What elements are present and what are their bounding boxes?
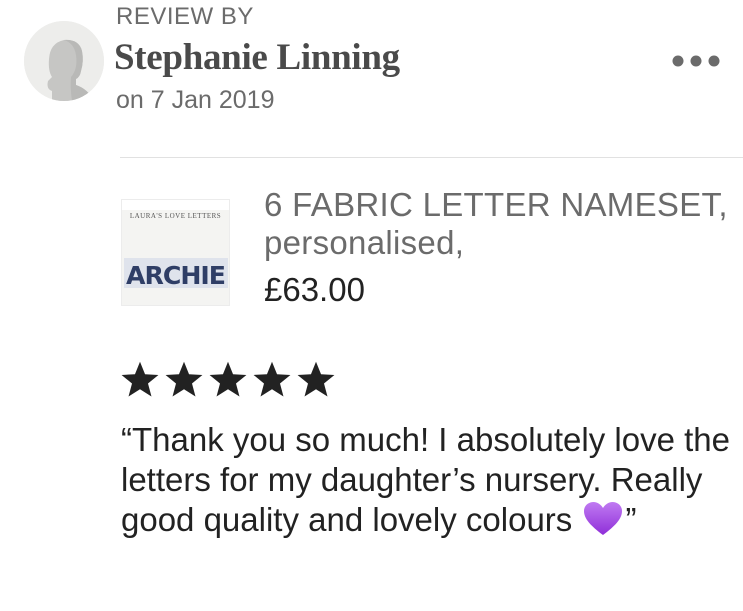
review-text-body: “Thank you so much! I absolutely love th… — [121, 421, 730, 538]
reviewer-avatar[interactable] — [24, 21, 104, 101]
star-icon — [295, 360, 337, 400]
reviewer-name[interactable]: Stephanie Linning — [114, 36, 400, 79]
more-options-button[interactable] — [666, 48, 726, 74]
star-icon — [119, 360, 161, 400]
purple-heart-icon — [583, 501, 623, 537]
more-horizontal-icon — [672, 55, 720, 67]
star-icon — [207, 360, 249, 400]
review-date: on 7 Jan 2019 — [116, 86, 275, 114]
user-silhouette-icon — [24, 21, 104, 101]
review-text: “Thank you so much! I absolutely love th… — [121, 420, 731, 540]
star-rating — [119, 360, 337, 400]
thumbnail-letters-text: ARCHIE — [126, 261, 225, 290]
thumbnail-banner-text: LAURA'S LOVE LETTERS — [130, 212, 221, 220]
section-divider — [120, 157, 743, 158]
product-price: £63.00 — [264, 271, 365, 308]
product-image: LAURA'S LOVE LETTERS ARCHIE — [122, 200, 229, 305]
product-title[interactable]: 6 FABRIC LETTER NAMESET, personalised, — [264, 186, 734, 262]
review-text-closing-quote: ” — [625, 501, 637, 538]
star-icon — [163, 360, 205, 400]
review-by-label: REVIEW BY — [116, 3, 254, 30]
star-icon — [251, 360, 293, 400]
product-thumbnail[interactable]: LAURA'S LOVE LETTERS ARCHIE — [121, 199, 230, 306]
